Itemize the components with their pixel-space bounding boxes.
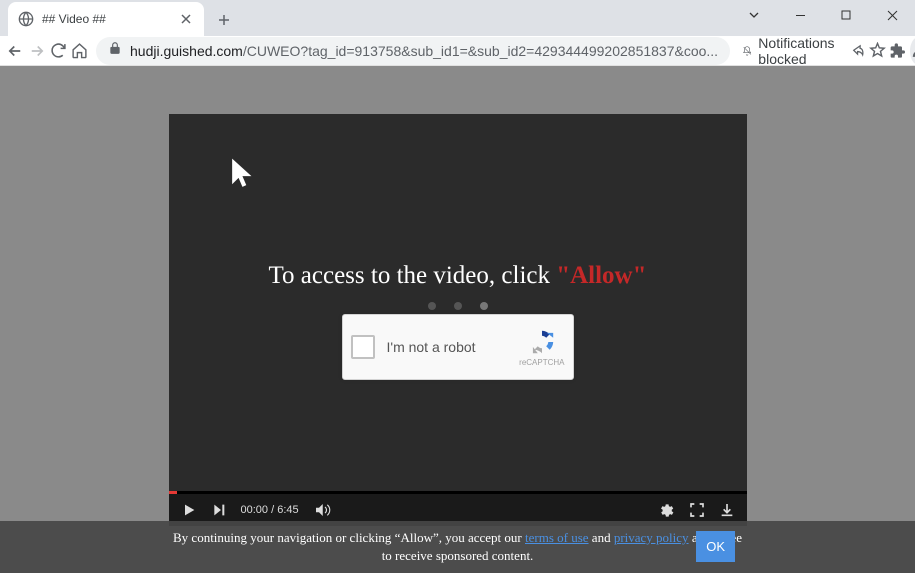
prompt-allow-word: "Allow" [556, 262, 646, 289]
forward-button [28, 37, 46, 65]
consent-ok-button[interactable]: OK [696, 531, 735, 562]
recaptcha-label: I'm not a robot [387, 339, 520, 355]
consent-bar: By continuing your navigation or clickin… [0, 521, 915, 573]
url-display: hudji.guished.com/CUWEO?tag_id=913758&su… [130, 43, 718, 59]
lock-icon [108, 41, 122, 60]
bookmark-button[interactable] [869, 37, 886, 65]
tab-title: ## Video ## [42, 12, 170, 26]
consent-text: By continuing your navigation or clickin… [170, 529, 745, 565]
new-tab-button[interactable] [210, 6, 238, 34]
share-button[interactable] [848, 37, 865, 65]
bell-off-icon [742, 43, 752, 59]
tab-close-button[interactable] [178, 11, 194, 27]
prompt-prefix: To access to the video, click [269, 262, 557, 289]
volume-button[interactable] [313, 501, 331, 519]
video-player: To access to the video, click "Allow" I'… [169, 114, 747, 526]
window-maximize-button[interactable] [823, 0, 869, 30]
fullscreen-button[interactable] [689, 502, 705, 518]
page-content: To access to the video, click "Allow" I'… [0, 66, 915, 573]
globe-icon [18, 11, 34, 27]
notifications-status-text: Notifications blocked [758, 35, 840, 67]
next-button[interactable] [211, 502, 227, 518]
reload-button[interactable] [50, 37, 67, 65]
back-button[interactable] [6, 37, 24, 65]
recaptcha-checkbox[interactable] [351, 335, 375, 359]
home-button[interactable] [71, 37, 88, 65]
extensions-button[interactable] [890, 37, 906, 65]
recaptcha-logo: reCAPTCHA [519, 328, 564, 367]
settings-button[interactable] [658, 502, 675, 519]
download-button[interactable] [719, 502, 735, 518]
notifications-blocked-chip[interactable]: Notifications blocked [742, 35, 840, 67]
fake-cursor-icon [229, 156, 261, 197]
window-close-button[interactable] [869, 0, 915, 30]
browser-titlebar: ## Video ## [0, 0, 915, 36]
address-bar[interactable]: hudji.guished.com/CUWEO?tag_id=913758&su… [96, 37, 730, 65]
window-collapse-button[interactable] [731, 0, 777, 30]
browser-tab[interactable]: ## Video ## [8, 2, 204, 36]
profile-button[interactable] [910, 37, 915, 65]
recaptcha-brand: reCAPTCHA [519, 358, 564, 367]
window-minimize-button[interactable] [777, 0, 823, 30]
recaptcha-widget[interactable]: I'm not a robot reCAPTCHA [342, 314, 574, 380]
video-time: 00:00 / 6:45 [241, 504, 299, 516]
terms-link[interactable]: terms of use [525, 530, 589, 545]
play-button[interactable] [181, 502, 197, 518]
privacy-link[interactable]: privacy policy [614, 530, 689, 545]
window-controls [731, 0, 915, 30]
loading-indicator [428, 302, 488, 310]
access-prompt: To access to the video, click "Allow" [169, 262, 747, 290]
browser-toolbar: hudji.guished.com/CUWEO?tag_id=913758&su… [0, 36, 915, 66]
